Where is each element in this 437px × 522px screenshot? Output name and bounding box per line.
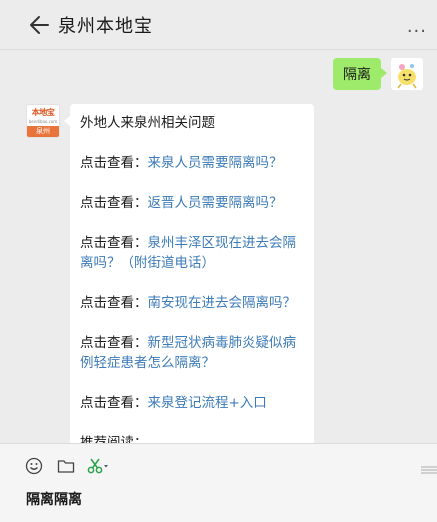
list-item: 点击查看：返晋人员需要隔离吗？ <box>80 193 304 213</box>
list-item: 点击查看：南安现在进去会隔离吗？ <box>80 293 304 313</box>
intro-text: 外地人来泉州相关问题 <box>80 115 215 131</box>
official-account-avatar[interactable]: 本地宝 bendibao.com 泉州 <box>26 104 60 138</box>
emoji-icon[interactable] <box>25 457 43 479</box>
item-prefix: 点击查看： <box>80 295 148 311</box>
more-icon[interactable]: ... <box>407 18 427 36</box>
item-prefix: 点击查看： <box>80 335 148 351</box>
sent-bubble[interactable]: 隔离 <box>333 58 387 90</box>
list-item: 点击查看：来泉登记流程+入口 <box>80 393 304 413</box>
avatar-site: bendibao.com <box>28 119 58 124</box>
list-item: 点击查看：来泉人员需要隔离吗？ <box>80 153 304 173</box>
article-link[interactable]: 来泉登记流程+入口 <box>148 395 267 411</box>
scissors-icon[interactable] <box>87 457 109 479</box>
chat-history-icon[interactable] <box>417 464 437 478</box>
avatar-city: 泉州 <box>27 126 59 137</box>
message-input[interactable]: 隔离隔离 <box>26 489 82 509</box>
list-item: 点击查看：泉州丰泽区现在进去会隔离吗？（附街道电话） <box>80 233 304 273</box>
user-avatar[interactable] <box>391 58 423 90</box>
input-area: 隔离隔离 <box>0 443 437 522</box>
chat-header: 泉州本地宝 ... <box>0 0 437 50</box>
article-link[interactable]: 南安现在进去会隔离吗？ <box>148 295 297 311</box>
back-arrow-icon[interactable] <box>28 13 50 37</box>
trailing-text: 推荐阅读： <box>80 435 148 443</box>
received-message: 本地宝 bendibao.com 泉州 外地人来泉州相关问题 点击查看：来泉人员… <box>26 104 314 443</box>
sent-message: 隔离 <box>333 58 423 90</box>
avatar-brand: 本地宝 <box>31 108 55 117</box>
folder-icon[interactable] <box>57 457 75 479</box>
message-list[interactable]: 隔离 本地宝 bendibao.com 泉州 外地人来泉州相关问题 点击查看：来… <box>0 51 437 443</box>
list-item: 点击查看：新型冠状病毒肺炎疑似病例轻症患者怎么隔离？ <box>80 333 304 373</box>
article-link[interactable]: 来泉人员需要隔离吗？ <box>148 155 283 171</box>
item-prefix: 点击查看： <box>80 195 148 211</box>
chat-title: 泉州本地宝 <box>58 16 153 37</box>
item-prefix: 点击查看： <box>80 395 148 411</box>
received-bubble: 外地人来泉州相关问题 点击查看：来泉人员需要隔离吗？ 点击查看：返晋人员需要隔离… <box>64 104 314 443</box>
item-prefix: 点击查看： <box>80 155 148 171</box>
article-link[interactable]: 返晋人员需要隔离吗？ <box>148 195 283 211</box>
item-prefix: 点击查看： <box>80 235 148 251</box>
